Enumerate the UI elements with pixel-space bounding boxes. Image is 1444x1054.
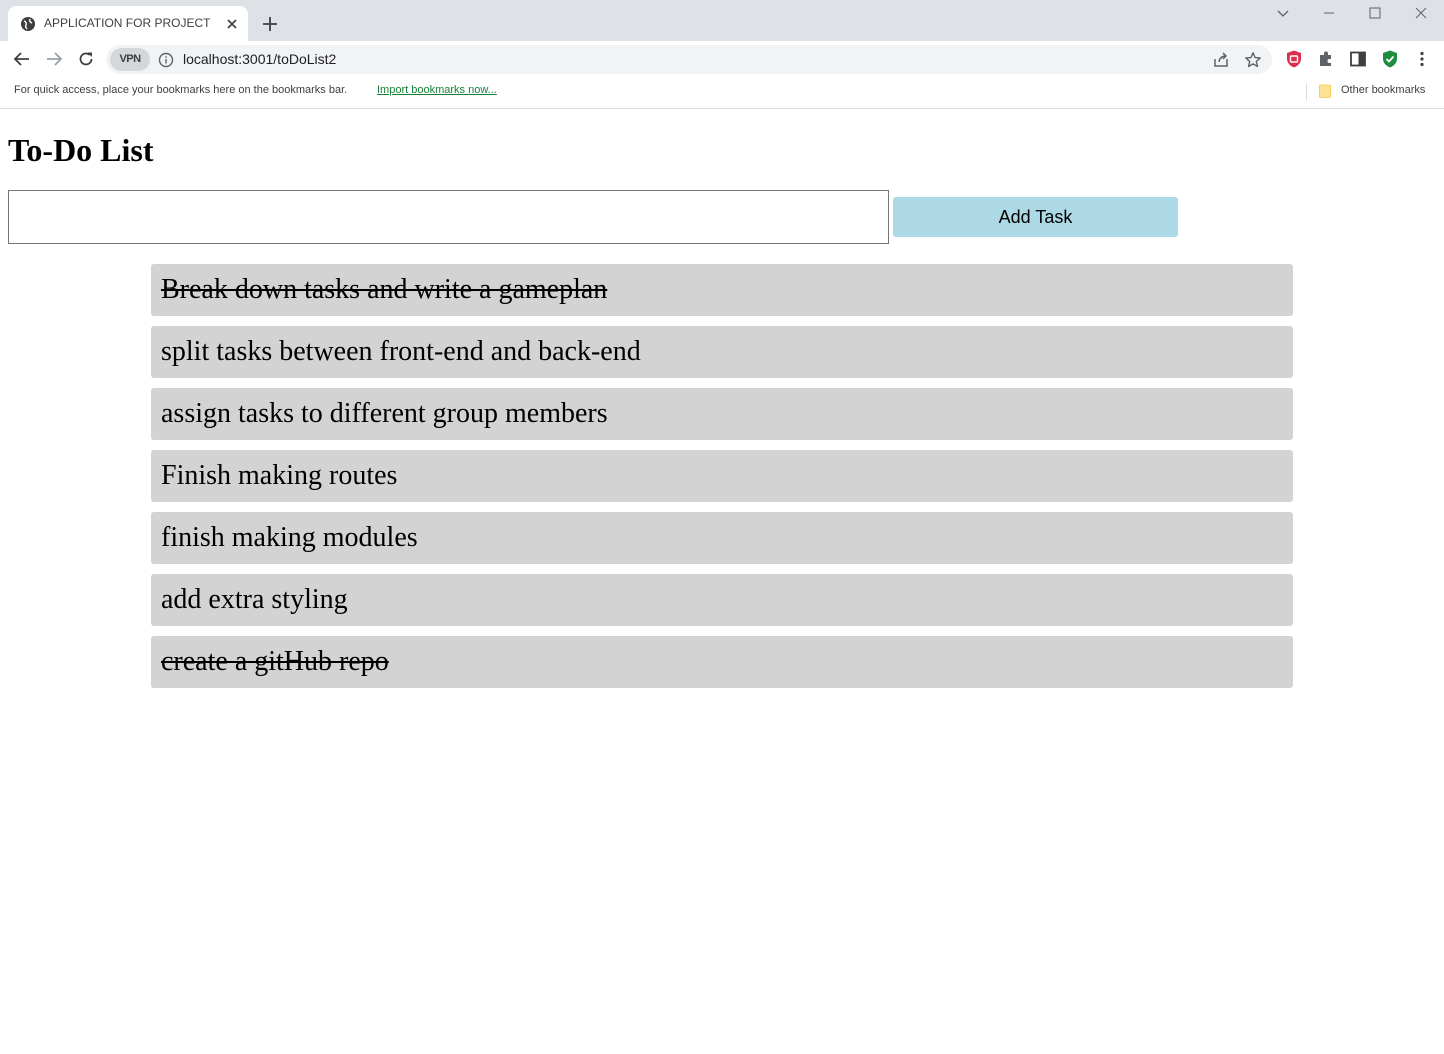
task-list: Break down tasks and write a gameplan spl… xyxy=(151,264,1293,698)
browser-toolbar: VPN localhost:3001/toDoList2 xyxy=(0,41,1444,77)
reload-button[interactable] xyxy=(72,45,100,73)
import-bookmarks-link[interactable]: Import bookmarks now... xyxy=(377,84,497,96)
puzzle-icon[interactable] xyxy=(1316,49,1336,69)
other-bookmarks[interactable]: Other bookmarks xyxy=(1341,84,1425,96)
arrow-left-icon xyxy=(13,52,29,66)
tab-title: APPLICATION FOR PROJECT xyxy=(44,16,211,30)
task-item[interactable]: finish making modules xyxy=(151,512,1293,564)
url-text[interactable]: localhost:3001/toDoList2 xyxy=(183,51,336,67)
arrow-right-icon xyxy=(47,52,63,66)
task-item[interactable]: create a gitHub repo xyxy=(151,636,1293,688)
forward-button[interactable] xyxy=(40,45,68,73)
chevron-down-icon xyxy=(1277,10,1289,17)
shield-extension-icon[interactable] xyxy=(1284,49,1304,69)
folder-icon xyxy=(1319,84,1331,98)
tab-search-button[interactable] xyxy=(1260,0,1306,30)
task-item[interactable]: assign tasks to different group members xyxy=(151,388,1293,440)
task-item[interactable]: add extra styling xyxy=(151,574,1293,626)
tab-strip: APPLICATION FOR PROJECT xyxy=(0,0,1444,41)
bookmarks-hint: For quick access, place your bookmarks h… xyxy=(14,84,348,96)
close-window-button[interactable] xyxy=(1398,0,1444,30)
close-tab-icon[interactable] xyxy=(222,14,242,34)
bookmarks-bar: For quick access, place your bookmarks h… xyxy=(0,77,1444,109)
share-icon[interactable] xyxy=(1212,51,1230,69)
new-tab-icon[interactable] xyxy=(258,12,282,36)
globe-icon xyxy=(21,17,35,31)
reload-icon xyxy=(79,52,93,66)
more-menu-icon[interactable] xyxy=(1412,49,1432,69)
back-button[interactable] xyxy=(8,45,36,73)
side-panel-icon[interactable] xyxy=(1348,49,1368,69)
star-icon[interactable] xyxy=(1244,51,1262,69)
info-icon[interactable] xyxy=(158,52,174,68)
minimize-icon xyxy=(1324,12,1334,14)
maximize-button[interactable] xyxy=(1352,0,1398,30)
address-bar[interactable]: VPN localhost:3001/toDoList2 xyxy=(106,45,1272,74)
browser-tab[interactable]: APPLICATION FOR PROJECT xyxy=(8,6,248,41)
bookmarks-divider xyxy=(1306,83,1307,101)
minimize-button[interactable] xyxy=(1306,0,1352,30)
task-input[interactable] xyxy=(8,190,889,244)
vpn-badge[interactable]: VPN xyxy=(110,48,150,71)
maximize-icon xyxy=(1369,7,1381,19)
add-task-button[interactable]: Add Task xyxy=(893,197,1178,237)
task-item[interactable]: split tasks between front-end and back-e… xyxy=(151,326,1293,378)
page-content: To-Do List Add Task Break down tasks and… xyxy=(0,110,1444,1054)
task-item[interactable]: Finish making routes xyxy=(151,450,1293,502)
page-title: To-Do List xyxy=(8,132,154,168)
task-item[interactable]: Break down tasks and write a gameplan xyxy=(151,264,1293,316)
check-shield-icon[interactable] xyxy=(1380,49,1400,69)
close-icon xyxy=(1415,7,1427,19)
